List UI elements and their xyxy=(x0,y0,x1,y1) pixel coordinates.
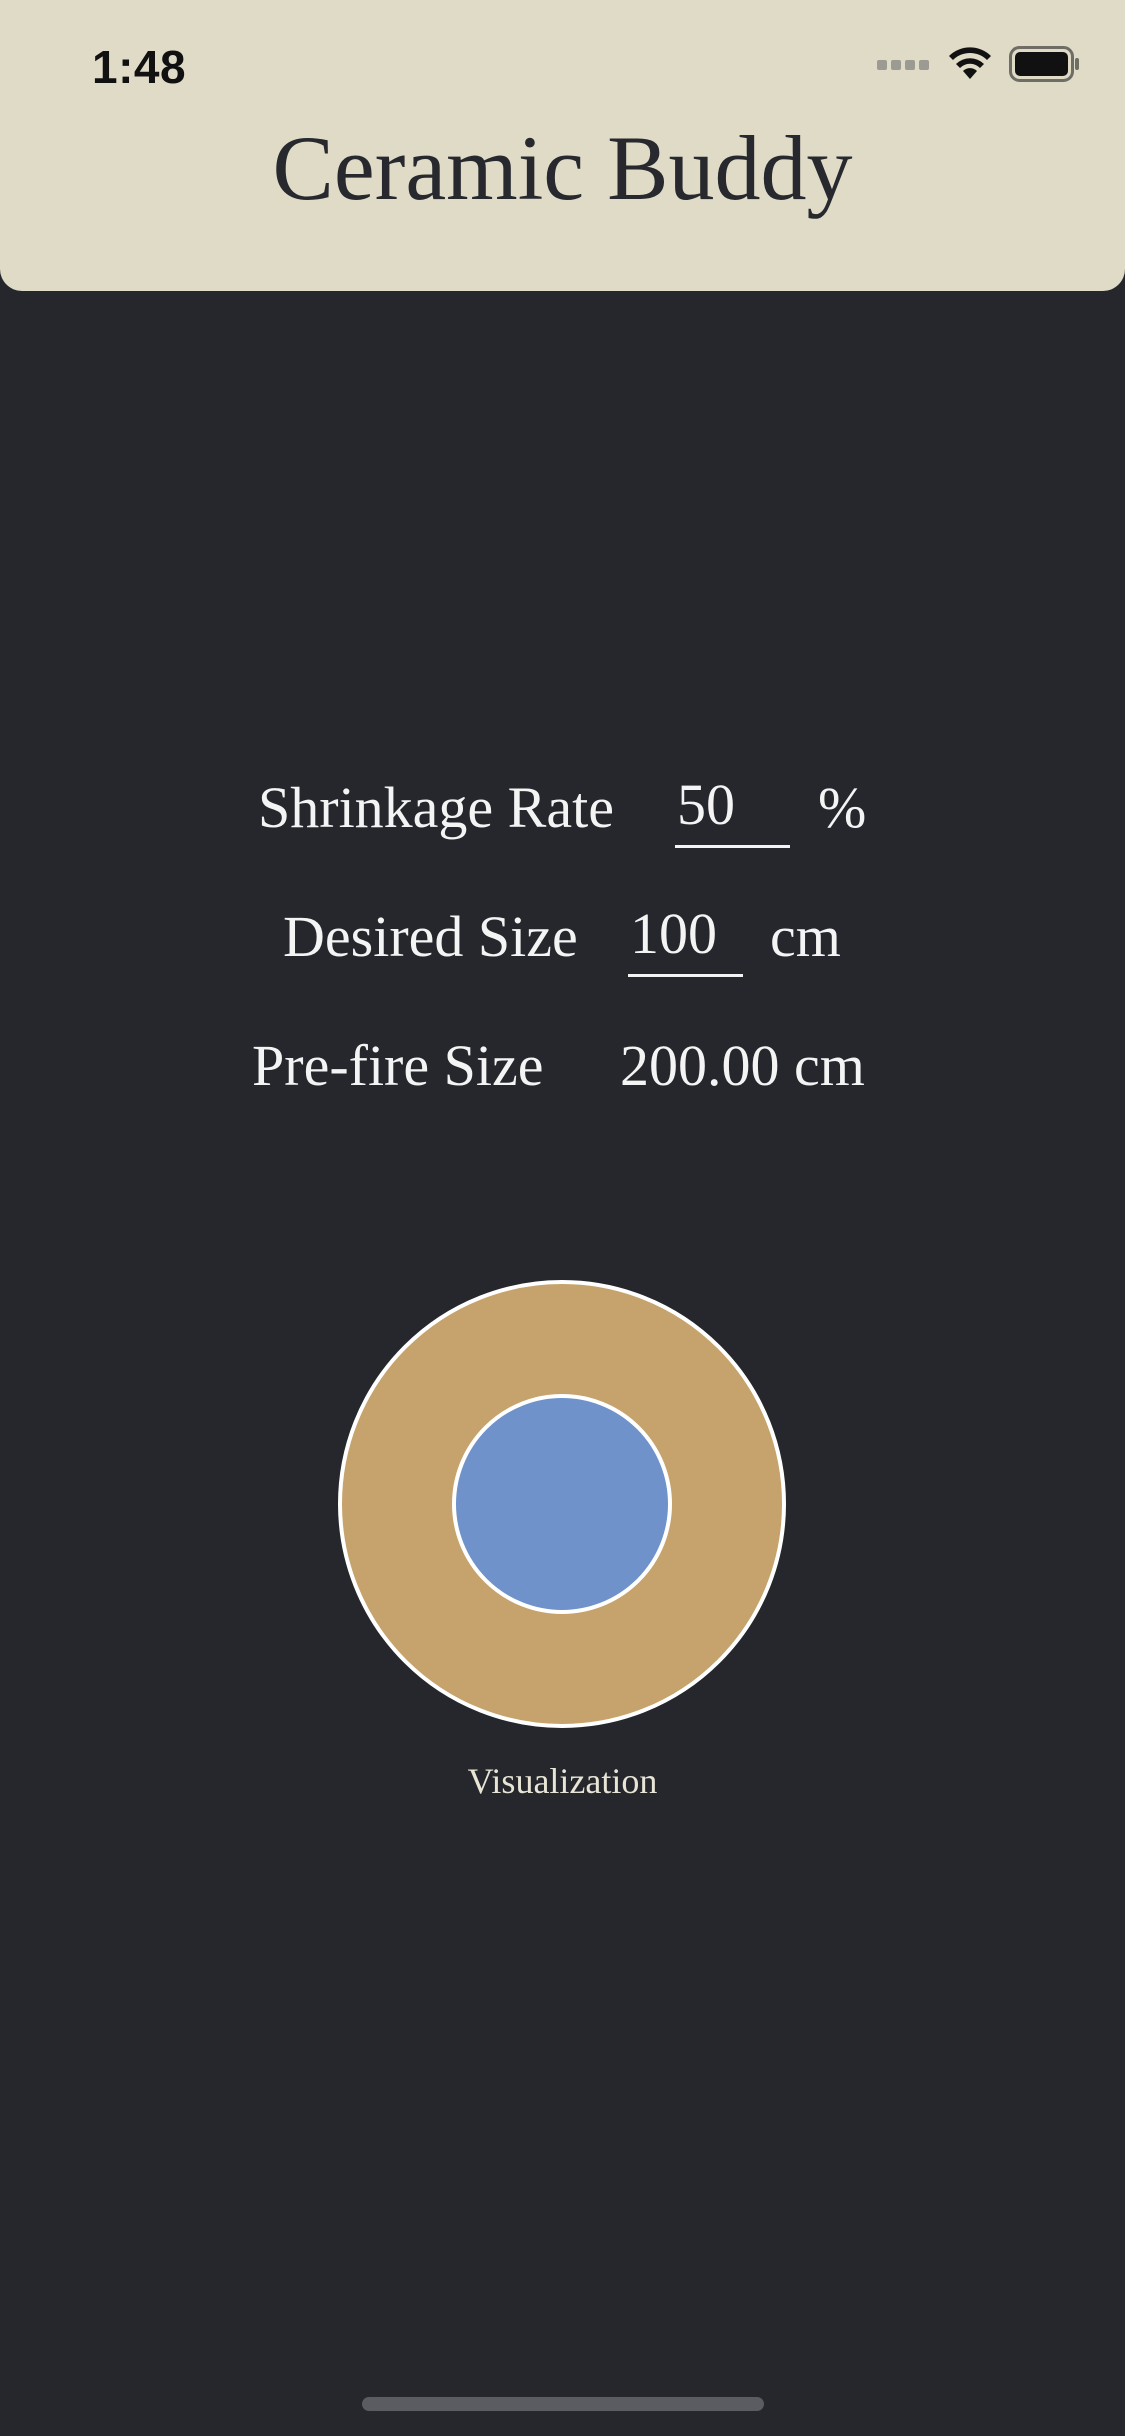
wifi-icon xyxy=(947,46,993,87)
prefire-size-row: Pre-fire Size 200.00 cm xyxy=(0,1026,1125,1106)
desired-size-label: Desired Size xyxy=(283,904,578,969)
status-time: 1:48 xyxy=(92,41,187,93)
shrinkage-rate-row: Shrinkage Rate % xyxy=(0,768,1125,848)
app-header: 1:48 Ceramic Buddy xyxy=(0,0,1125,291)
cellular-signal-icon xyxy=(877,57,931,76)
shrinkage-rate-field[interactable] xyxy=(675,768,794,848)
battery-icon xyxy=(1009,46,1081,87)
desired-size-field[interactable] xyxy=(628,897,747,977)
prefire-size-label: Pre-fire Size xyxy=(252,1033,544,1098)
status-icons xyxy=(877,46,1081,87)
shrinkage-rate-input[interactable] xyxy=(675,768,794,842)
home-indicator[interactable] xyxy=(362,2397,764,2411)
fired-size-circle xyxy=(452,1394,672,1614)
shrinkage-rate-unit: % xyxy=(818,775,867,840)
prefire-size-value: 200.00 cm xyxy=(620,1033,865,1098)
app-title: Ceramic Buddy xyxy=(272,117,853,219)
desired-size-input[interactable] xyxy=(628,897,747,971)
visualization-caption: Visualization xyxy=(467,1761,658,1801)
desired-size-unit: cm xyxy=(770,904,841,969)
desired-size-row: Desired Size cm xyxy=(0,897,1125,977)
shrinkage-visualization xyxy=(336,1278,788,1730)
shrinkage-rate-label: Shrinkage Rate xyxy=(258,775,614,840)
